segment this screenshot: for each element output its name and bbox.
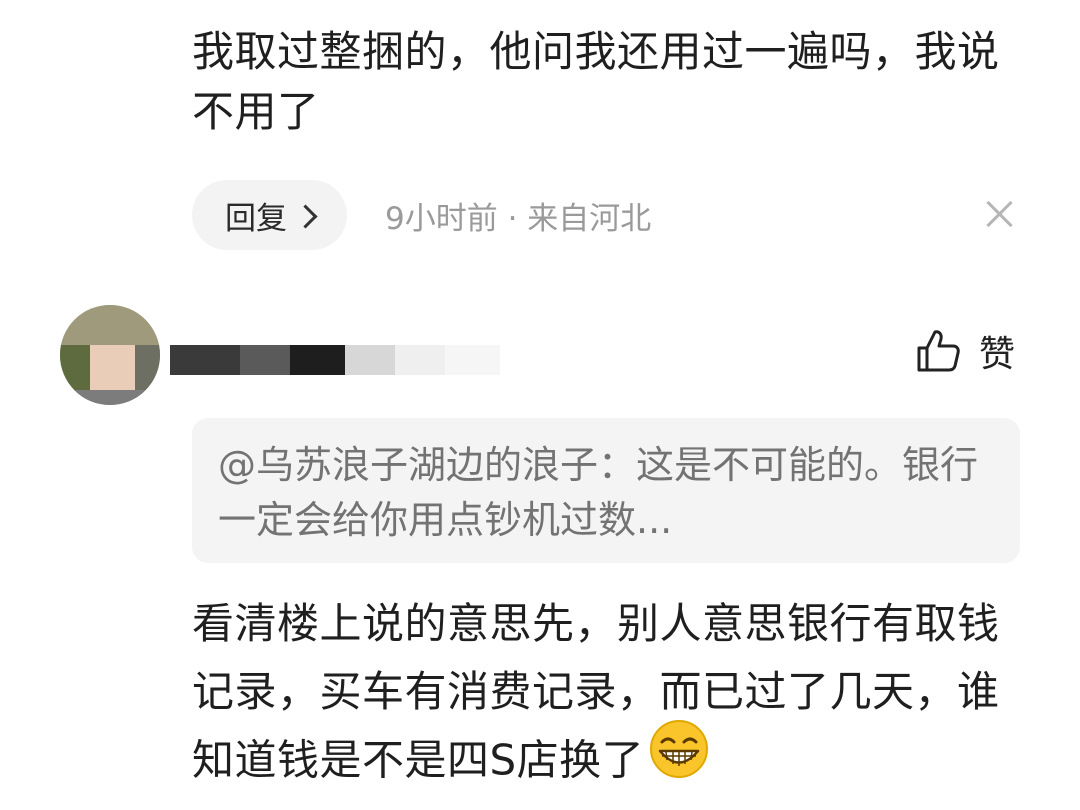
reply-comment-body: 看清楼上说的意思先，别人意思银行有取钱记录，买车有消费记录，而已过了几天，谁知道… (192, 599, 1000, 785)
comment-text: 我取过整捆的，他问我还用过一遍吗，我说不用了 (192, 27, 1000, 136)
chevron-right-icon (293, 203, 318, 229)
username-blurred[interactable] (170, 345, 500, 375)
close-icon[interactable] (980, 195, 1018, 233)
reply-button[interactable]: 回复 (192, 180, 347, 250)
reply-label: 回复 (225, 200, 287, 237)
thumbs-up-icon (917, 330, 960, 372)
reply-comment-text: 看清楼上说的意思先，别人意思银行有取钱记录，买车有消费记录，而已过了几天，谁知道… (192, 590, 1032, 800)
grinning-face-icon (648, 718, 710, 800)
like-button[interactable]: 赞 (915, 325, 1015, 377)
quoted-comment[interactable]: @乌苏浪子湖边的浪子：这是不可能的。银行一定会给你用点钞机过数... (192, 418, 1020, 563)
comment-meta: 9小时前 · 来自河北 (385, 201, 652, 237)
avatar[interactable] (60, 305, 160, 405)
like-label: 赞 (979, 334, 1016, 375)
